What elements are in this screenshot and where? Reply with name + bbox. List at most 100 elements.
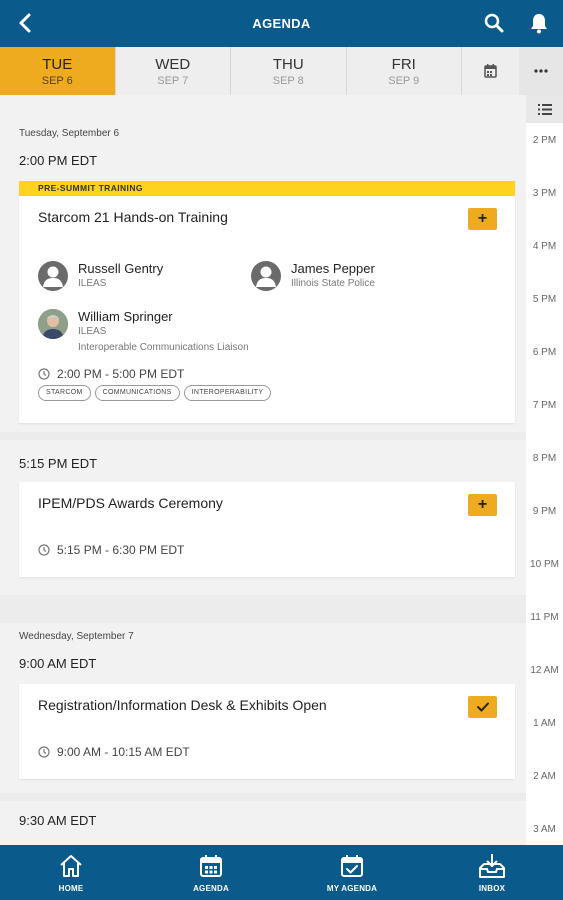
day-header: Tuesday, September 6 xyxy=(19,128,120,139)
bell-icon xyxy=(531,14,547,34)
list-view-button[interactable] xyxy=(526,95,563,123)
speaker-item[interactable]: Russell Gentry ILEAS xyxy=(38,261,238,295)
tab-wed[interactable]: WED SEP 7 xyxy=(116,47,231,95)
timeline-hour[interactable]: 4 PM xyxy=(526,241,563,252)
divider xyxy=(0,793,526,801)
add-to-agenda-button[interactable]: + xyxy=(468,494,497,516)
speaker-organization: ILEAS xyxy=(78,278,107,289)
tab-thu[interactable]: THU SEP 8 xyxy=(231,47,347,95)
tab-date: SEP 7 xyxy=(157,75,189,87)
checkmark-icon xyxy=(476,702,489,712)
timeline-hour[interactable]: 8 PM xyxy=(526,453,563,464)
speaker-item[interactable]: William Springer ILEAS Interoperable Com… xyxy=(38,309,338,357)
time-slot-header: 5:15 PM EDT xyxy=(19,456,98,471)
timeline-hour[interactable]: 10 PM xyxy=(526,559,563,570)
page-title: AGENDA xyxy=(252,16,311,31)
session-title: IPEM/PDS Awards Ceremony xyxy=(38,495,223,511)
speaker-name: James Pepper xyxy=(291,261,375,276)
tab-date: SEP 9 xyxy=(388,75,420,87)
timeline-hour[interactable]: 1 AM xyxy=(526,718,563,729)
nav-inbox[interactable]: INBOX xyxy=(452,852,532,893)
session-time-text: 5:15 PM - 6:30 PM EDT xyxy=(57,543,185,557)
speaker-name: William Springer xyxy=(78,309,173,324)
session-card[interactable]: PRE-SUMMIT TRAINING Starcom 21 Hands-on … xyxy=(19,181,515,423)
avatar xyxy=(38,309,68,339)
calendar-picker-button[interactable] xyxy=(462,47,519,95)
speaker-organization: ILEAS xyxy=(78,326,107,337)
tab-fri[interactable]: FRI SEP 9 xyxy=(347,47,462,95)
agenda-list[interactable]: Tuesday, September 6 2:00 PM EDT PRE-SUM… xyxy=(0,95,526,845)
bottom-nav: HOME AGENDA MY AGENDA INBOX xyxy=(0,845,563,900)
time-slot-header: 9:30 AM EDT xyxy=(19,813,97,828)
session-title: Registration/Information Desk & Exhibits… xyxy=(38,697,327,713)
nav-label: MY AGENDA xyxy=(326,884,378,893)
nav-agenda[interactable]: AGENDA xyxy=(171,852,251,893)
session-time: 2:00 PM - 5:00 PM EDT xyxy=(38,367,184,381)
search-button[interactable] xyxy=(481,10,507,36)
app-header: AGENDA xyxy=(0,0,563,47)
session-title: Starcom 21 Hands-on Training xyxy=(38,209,228,225)
timeline-hour[interactable]: 2 PM xyxy=(526,135,563,146)
timeline-hour[interactable]: 12 AM xyxy=(526,665,563,676)
timeline-hour[interactable]: 3 PM xyxy=(526,188,563,199)
time-slot-header: 9:00 AM EDT xyxy=(19,656,97,671)
timeline-hour[interactable]: 9 PM xyxy=(526,506,563,517)
tag-chip[interactable]: COMMUNICATIONS xyxy=(94,385,180,401)
day-header: Wednesday, September 7 xyxy=(19,631,134,642)
more-horizontal-icon xyxy=(534,69,548,73)
tab-day-name: THU xyxy=(272,56,304,73)
day-tabs: TUE SEP 6 WED SEP 7 THU SEP 8 FRI SEP 9 xyxy=(0,47,519,95)
calendar-icon xyxy=(484,64,497,78)
clock-icon xyxy=(38,368,50,380)
session-card[interactable]: Registration/Information Desk & Exhibits… xyxy=(19,684,515,779)
home-icon xyxy=(60,855,82,877)
avatar xyxy=(38,261,68,291)
day-divider xyxy=(0,595,526,623)
add-to-agenda-button[interactable]: + xyxy=(468,208,497,230)
speaker-organization: Illinois State Police xyxy=(291,278,375,289)
timeline-hour[interactable]: 3 AM xyxy=(526,824,563,835)
nav-home[interactable]: HOME xyxy=(31,852,111,893)
clock-icon xyxy=(38,746,50,758)
person-icon xyxy=(43,266,63,287)
session-card[interactable]: IPEM/PDS Awards Ceremony + 5:15 PM - 6:3… xyxy=(19,482,515,577)
nav-label: AGENDA xyxy=(193,884,229,893)
speaker-role: Interoperable Communications Liaison xyxy=(78,342,249,353)
person-icon xyxy=(256,266,276,287)
search-icon xyxy=(484,13,504,33)
tag-chip[interactable]: INTEROPERABILITY xyxy=(183,385,272,401)
timeline-hour[interactable]: 5 PM xyxy=(526,294,563,305)
tab-day-name: TUE xyxy=(42,56,73,73)
tab-day-name: WED xyxy=(155,56,191,73)
session-time: 9:00 AM - 10:15 AM EDT xyxy=(38,745,190,759)
timeline-hour[interactable]: 7 PM xyxy=(526,400,563,411)
tag-chip[interactable]: STARCOM xyxy=(38,385,91,401)
speaker-photo xyxy=(38,309,68,339)
clock-icon xyxy=(38,544,50,556)
more-options-button[interactable] xyxy=(519,47,563,95)
session-time: 5:15 PM - 6:30 PM EDT xyxy=(38,543,184,557)
speaker-item[interactable]: James Pepper Illinois State Police xyxy=(251,261,481,295)
tag-list: STARCOM COMMUNICATIONS INTEROPERABILITY xyxy=(38,385,275,401)
avatar xyxy=(251,261,281,291)
divider xyxy=(0,432,526,440)
calendar-check-icon xyxy=(341,855,363,877)
timeline-hour[interactable]: 11 PM xyxy=(526,612,563,623)
session-time-text: 9:00 AM - 10:15 AM EDT xyxy=(57,745,190,759)
added-to-agenda-button[interactable] xyxy=(468,696,497,718)
timeline-hour[interactable]: 6 PM xyxy=(526,347,563,358)
tab-tue[interactable]: TUE SEP 6 xyxy=(0,47,116,95)
tab-date: SEP 8 xyxy=(272,75,304,87)
nav-label: INBOX xyxy=(478,884,506,893)
nav-label: HOME xyxy=(58,884,84,893)
tab-date: SEP 6 xyxy=(41,75,73,87)
timeline-hour[interactable]: 2 AM xyxy=(526,771,563,782)
hour-timeline[interactable]: 2 PM 3 PM 4 PM 5 PM 6 PM 7 PM 8 PM 9 PM … xyxy=(526,95,563,845)
list-icon xyxy=(537,103,552,115)
nav-my-agenda[interactable]: MY AGENDA xyxy=(312,852,392,893)
inbox-icon xyxy=(479,854,505,878)
notifications-button[interactable] xyxy=(526,10,552,36)
speaker-name: Russell Gentry xyxy=(78,261,164,276)
calendar-icon xyxy=(200,855,222,877)
session-time-text: 2:00 PM - 5:00 PM EDT xyxy=(57,367,185,381)
